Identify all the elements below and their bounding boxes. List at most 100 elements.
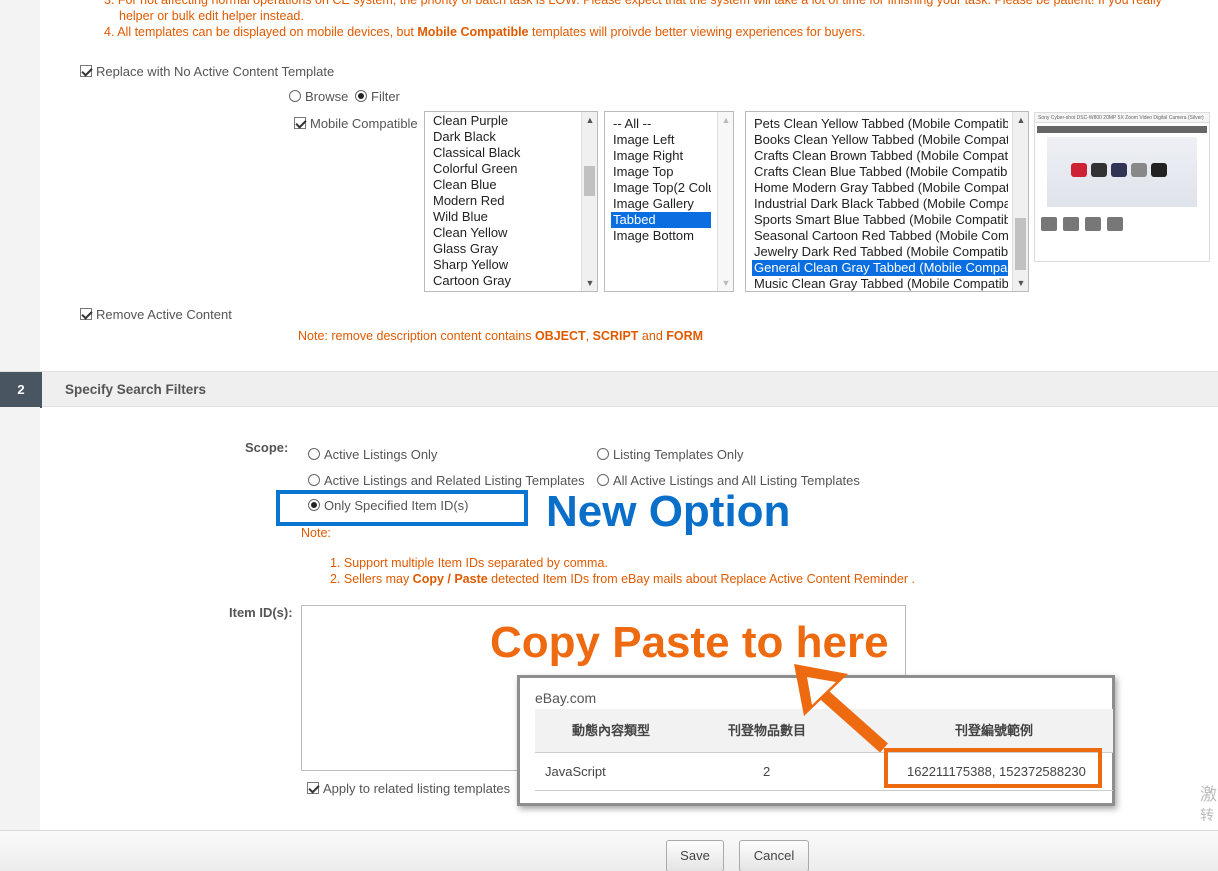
watermark-char-1: 激 <box>1200 785 1217 804</box>
scope-note-2-suffix: detected Item IDs from eBay mails about … <box>487 572 915 586</box>
camera-icon <box>1131 163 1147 177</box>
layout-option[interactable]: Image Gallery <box>611 196 711 212</box>
watermark-char-2: 转 <box>1200 807 1214 823</box>
remove-active-label: Remove Active Content <box>96 307 232 322</box>
radio-filter[interactable]: Filter <box>355 89 400 104</box>
template-listbox-scrollbar[interactable]: ▲ ▼ <box>1012 112 1028 291</box>
style-option[interactable]: Wild Blue <box>431 209 597 225</box>
layout-option[interactable]: -- All -- <box>611 116 711 132</box>
template-option[interactable]: General Clean Gray Tabbed (Mobile Compa <box>752 260 1008 276</box>
template-option[interactable]: Books Clean Yellow Tabbed (Mobile Compat <box>752 132 1008 148</box>
template-listbox[interactable]: Pets Clean Yellow Tabbed (Mobile Compati… <box>745 111 1029 292</box>
style-option[interactable]: Modern Red <box>431 193 597 209</box>
note-line-4-suffix: templates will proivde better viewing ex… <box>528 25 866 39</box>
radio-circle[interactable] <box>308 474 320 486</box>
style-option[interactable]: Classical Black <box>431 145 597 161</box>
scroll-down-icon[interactable]: ▼ <box>718 275 733 291</box>
note-script: SCRIPT <box>592 329 639 343</box>
template-option[interactable]: Sports Smart Blue Tabbed (Mobile Compati… <box>752 212 1008 228</box>
apply-related-checkbox[interactable] <box>307 782 319 794</box>
scroll-up-icon[interactable]: ▲ <box>1013 112 1028 128</box>
camera-icon <box>1071 163 1087 177</box>
mobile-compatible-option[interactable]: Mobile Compatible <box>294 116 418 131</box>
scope-active-related[interactable]: Active Listings and Related Listing Temp… <box>308 473 585 488</box>
scroll-up-icon[interactable]: ▲ <box>718 112 733 128</box>
save-button[interactable]: Save <box>666 840 724 871</box>
style-option[interactable]: Glass Gray <box>431 241 597 257</box>
note-line-4: 4. All templates can be displayed on mob… <box>104 24 1218 40</box>
remove-active-checkbox[interactable] <box>80 308 92 320</box>
scroll-up-icon[interactable]: ▲ <box>582 112 597 128</box>
radio-circle[interactable] <box>597 474 609 486</box>
remove-active-option[interactable]: Remove Active Content <box>80 307 232 322</box>
section-number: 2 <box>0 372 42 408</box>
scope-active-only-label: Active Listings Only <box>324 447 438 462</box>
cancel-button[interactable]: Cancel <box>739 840 809 871</box>
note-line-3a: 3. For not affecting normal operations o… <box>104 0 1162 7</box>
layout-listbox[interactable]: -- All -- Image Left Image Right Image Top I… <box>604 111 734 292</box>
replace-template-checkbox[interactable] <box>80 65 92 77</box>
style-option[interactable]: Cartoon Gray <box>431 273 597 289</box>
template-option[interactable]: Industrial Dark Black Tabbed (Mobile Com… <box>752 196 1008 212</box>
scope-note-2-bold: Copy / Paste <box>412 572 488 586</box>
radio-browse-circle[interactable] <box>289 90 301 102</box>
style-listbox-scrollbar[interactable]: ▲ ▼ <box>581 112 597 291</box>
template-preview-image: Sony Cyber-shot DSC-W800 20MP 5X Zoom Vi… <box>1034 112 1210 262</box>
mobile-compatible-label: Mobile Compatible <box>310 116 418 131</box>
cell-content-type: JavaScript <box>545 764 606 779</box>
template-option[interactable]: Crafts Clean Blue Tabbed (Mobile Compati… <box>752 164 1008 180</box>
layout-option[interactable]: Image Right <box>611 148 711 164</box>
preview-hero <box>1047 137 1197 207</box>
layout-listbox-scrollbar[interactable]: ▲ ▼ <box>717 112 733 291</box>
apply-related-option[interactable]: Apply to related listing templates <box>307 781 510 796</box>
layout-option[interactable]: Image Bottom <box>611 228 711 244</box>
template-option[interactable]: Jewelry Dark Red Tabbed (Mobile Compatib <box>752 244 1008 260</box>
scroll-thumb[interactable] <box>1015 218 1026 270</box>
popup-title: eBay.com <box>535 690 597 706</box>
template-option[interactable]: Crafts Clean Brown Tabbed (Mobile Compat… <box>752 148 1008 164</box>
style-option[interactable]: Sharp Yellow <box>431 257 597 273</box>
note-form: FORM <box>666 329 704 343</box>
style-option[interactable]: Clean Blue <box>431 177 597 193</box>
header-content-type: 動態內容類型 <box>572 723 651 738</box>
style-listbox[interactable]: Clean Purple Dark Black Classical Black Col… <box>424 111 598 292</box>
layout-option[interactable]: Image Left <box>611 132 711 148</box>
radio-browse[interactable]: Browse <box>289 89 348 104</box>
apply-related-label: Apply to related listing templates <box>323 781 511 796</box>
scope-active-only[interactable]: Active Listings Only <box>308 447 437 462</box>
radio-filter-circle[interactable] <box>355 90 367 102</box>
camera-icon <box>1151 163 1167 177</box>
layout-option[interactable]: Image Top <box>611 164 711 180</box>
radio-circle[interactable] <box>308 448 320 460</box>
style-option[interactable]: Dark Black <box>431 129 597 145</box>
note-line-3b: helper or bulk edit helper instead. <box>119 9 304 23</box>
new-option-highlight <box>276 490 528 526</box>
radio-circle[interactable] <box>597 448 609 460</box>
cell-item-count: 2 <box>763 764 771 779</box>
scope-templates-only[interactable]: Listing Templates Only <box>597 447 744 462</box>
mobile-compatible-checkbox[interactable] <box>294 117 306 129</box>
scope-note-1: 1. Support multiple Item IDs separated b… <box>330 556 608 570</box>
section-header: 2 Specify Search Filters <box>0 371 1218 408</box>
note-line-4-prefix: 4. All templates can be displayed on mob… <box>104 25 418 39</box>
preview-thumbnails <box>1041 217 1203 231</box>
template-option[interactable]: Pets Clean Yellow Tabbed (Mobile Compati… <box>752 116 1008 132</box>
template-option[interactable]: Music Clean Gray Tabbed (Mobile Compatib… <box>752 276 1008 291</box>
layout-option[interactable]: Tabbed <box>611 212 711 228</box>
camera-icon <box>1091 163 1107 177</box>
replace-template-option[interactable]: Replace with No Active Content Template <box>80 64 334 79</box>
scroll-down-icon[interactable]: ▼ <box>582 275 597 291</box>
note-and: and <box>638 329 667 343</box>
scroll-down-icon[interactable]: ▼ <box>1013 275 1028 291</box>
style-option[interactable]: Clean Yellow <box>431 225 597 241</box>
style-option[interactable]: Colorful Green <box>431 161 597 177</box>
layout-option[interactable]: Image Top(2 Colun <box>611 180 711 196</box>
camera-icon <box>1111 163 1127 177</box>
template-option[interactable]: Home Modern Gray Tabbed (Mobile Compati <box>752 180 1008 196</box>
style-option[interactable]: Clean Purple <box>431 113 597 129</box>
replace-template-label: Replace with No Active Content Template <box>96 64 335 79</box>
scroll-thumb[interactable] <box>584 166 595 196</box>
template-option[interactable]: Seasonal Cartoon Red Tabbed (Mobile Comp <box>752 228 1008 244</box>
note-sep: , <box>585 329 593 343</box>
preview-nav <box>1037 126 1207 133</box>
